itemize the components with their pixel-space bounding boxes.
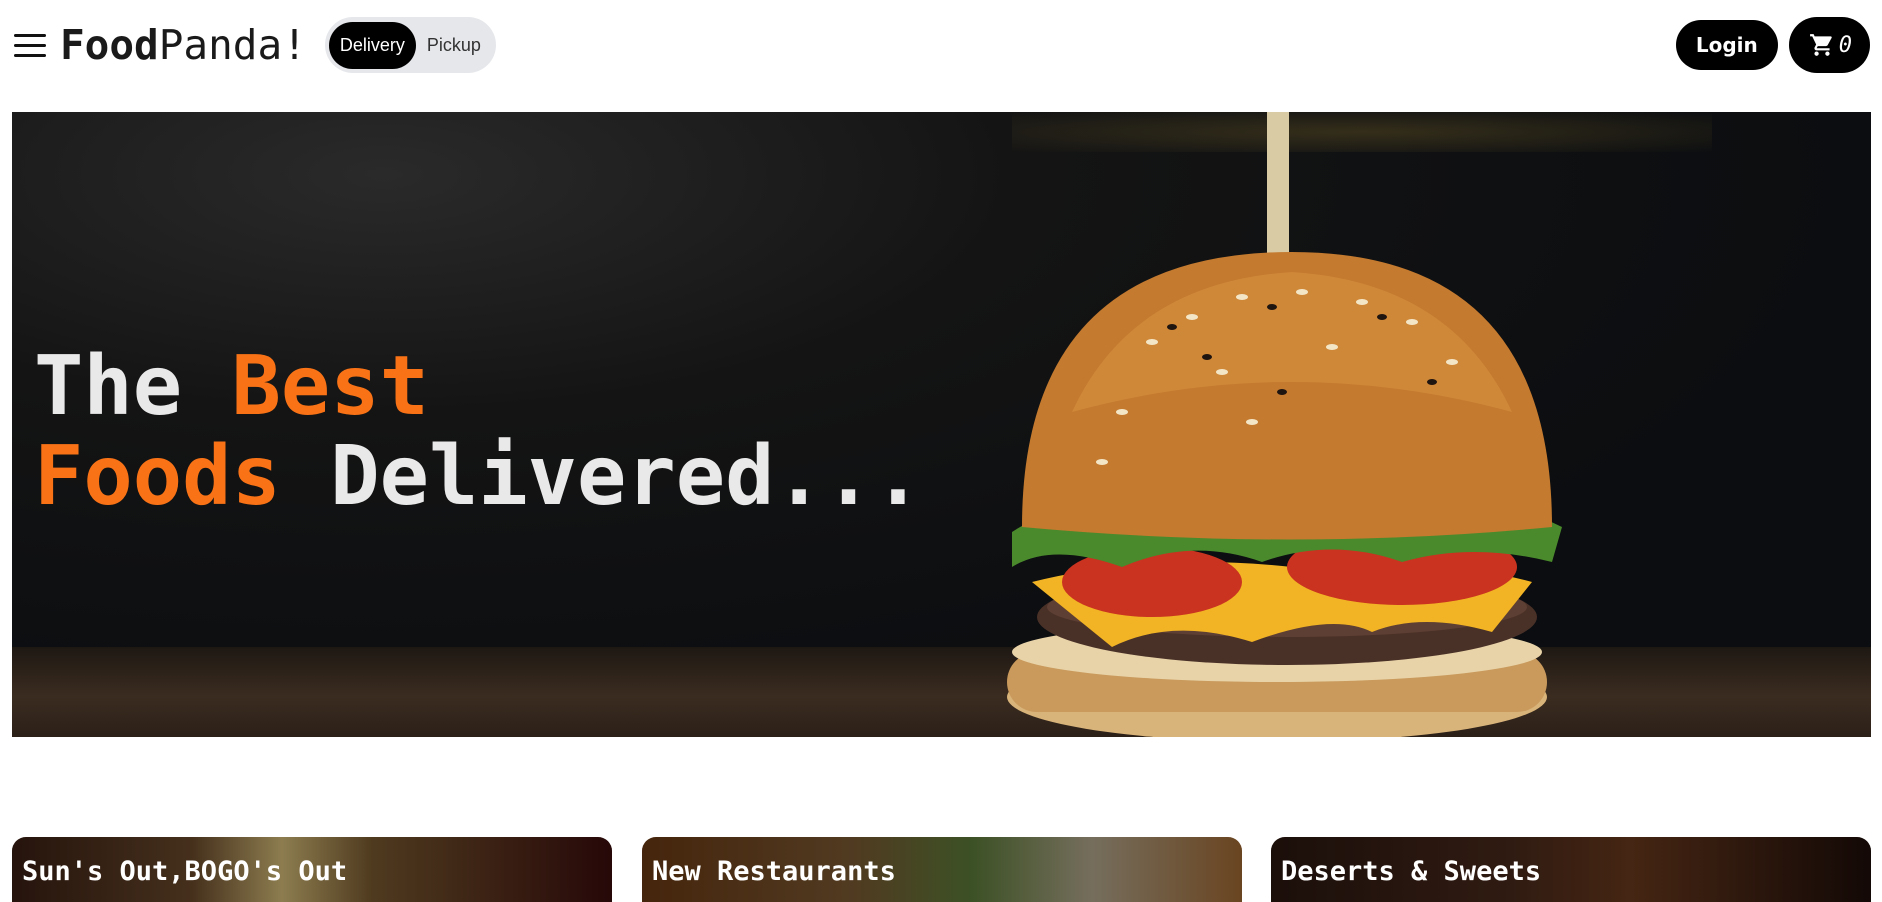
navbar-right: Login 0 <box>1675 17 1870 73</box>
cart-count: 0 <box>1838 32 1852 58</box>
category-card-label: Sun's Out,BOGO's Out <box>22 856 348 887</box>
category-card-new-restaurants[interactable]: New Restaurants <box>642 837 1242 902</box>
hero-line1-plain: The <box>34 339 232 434</box>
login-button[interactable]: Login <box>1675 20 1778 70</box>
pickup-option[interactable]: Pickup <box>416 22 492 69</box>
cart-button[interactable]: 0 <box>1788 17 1870 73</box>
navbar-left: FoodPanda! Delivery Pickup <box>14 17 496 73</box>
category-card-deserts-sweets[interactable]: Deserts & Sweets <box>1271 837 1871 902</box>
category-card-bogo[interactable]: Sun's Out,BOGO's Out <box>12 837 612 902</box>
delivery-pickup-toggle: Delivery Pickup <box>324 17 496 73</box>
menu-icon[interactable] <box>14 28 48 62</box>
hero-headline: The Best Foods Delivered... <box>34 342 923 522</box>
logo-regular-text: Panda! <box>158 21 307 69</box>
category-card-label: New Restaurants <box>652 856 896 887</box>
top-navbar: FoodPanda! Delivery Pickup Login 0 <box>0 0 1882 90</box>
site-logo[interactable]: FoodPanda! <box>60 21 307 69</box>
hero-line1-accent: Best <box>231 339 429 434</box>
logo-bold-text: Food <box>60 21 159 69</box>
hero-banner: The Best Foods Delivered... <box>12 112 1871 737</box>
hero-line2-plain: Delivered... <box>280 429 923 524</box>
cart-icon <box>1809 34 1832 56</box>
hero-line2-accent: Foods <box>34 429 281 524</box>
delivery-option[interactable]: Delivery <box>328 21 416 69</box>
category-card-label: Deserts & Sweets <box>1281 856 1542 887</box>
burger-image <box>1007 112 1562 737</box>
